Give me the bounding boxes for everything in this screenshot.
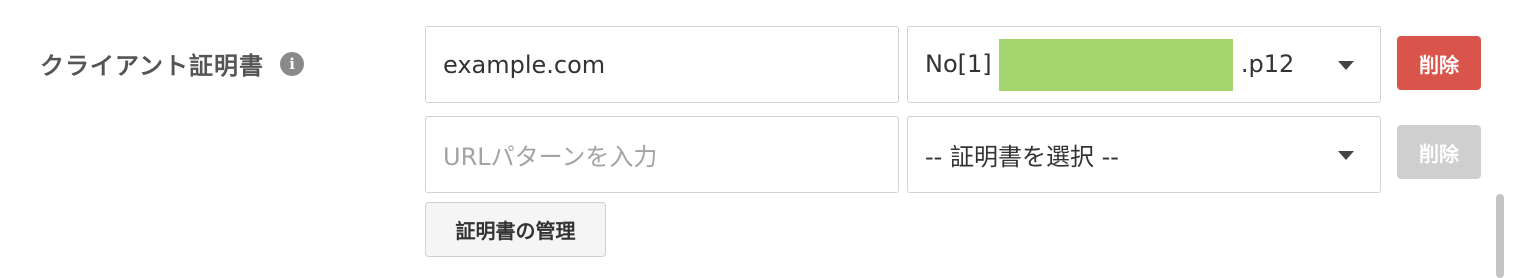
delete-button-1[interactable]: 削除 xyxy=(1397,36,1481,90)
info-icon[interactable]: i xyxy=(280,51,305,76)
certificate-prefix: No[1] xyxy=(925,49,992,78)
scrollbar[interactable] xyxy=(1496,194,1504,278)
field-label: クライアント証明書 xyxy=(40,52,265,80)
url-pattern-placeholder: URLパターンを入力 xyxy=(443,143,658,171)
delete-button-2: 削除 xyxy=(1397,125,1481,179)
url-pattern-value-1: example.com xyxy=(443,50,606,79)
field-label-row: クライアント証明書 i xyxy=(40,46,305,81)
url-pattern-input-1[interactable]: example.com xyxy=(425,26,899,103)
url-pattern-input-2[interactable]: URLパターンを入力 xyxy=(425,116,899,193)
certificate-selected-2: -- 証明書を選択 -- xyxy=(925,143,1119,171)
redacted-block xyxy=(999,38,1234,91)
client-certificate-setting: クライアント証明書 i example.com No[1] .p12 削除 UR… xyxy=(0,0,1538,278)
certificate-select-1[interactable]: No[1] .p12 xyxy=(907,26,1381,103)
certificate-select-2[interactable]: -- 証明書を選択 -- xyxy=(907,116,1381,193)
chevron-down-icon xyxy=(1338,60,1354,70)
certificate-selected-1: No[1] .p12 xyxy=(925,38,1295,91)
manage-certificates-button[interactable]: 証明書の管理 xyxy=(425,202,606,257)
chevron-down-icon xyxy=(1338,150,1354,160)
certificate-suffix: .p12 xyxy=(1240,49,1295,78)
